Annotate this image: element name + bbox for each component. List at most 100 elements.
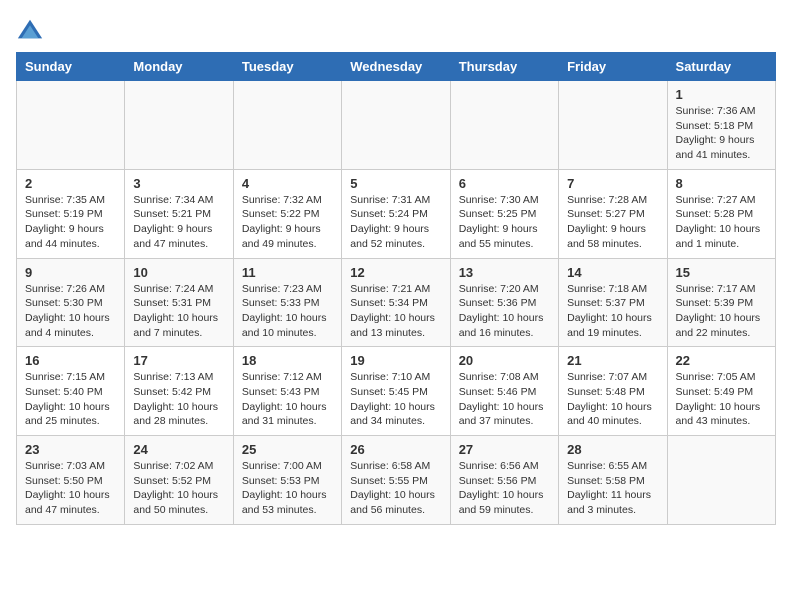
day-of-week-header: Saturday	[667, 53, 775, 81]
day-number: 7	[567, 176, 658, 191]
calendar-cell: 12 Sunrise: 7:21 AM Sunset: 5:34 PM Dayli…	[342, 258, 450, 347]
day-number: 20	[459, 353, 550, 368]
calendar-table: SundayMondayTuesdayWednesdayThursdayFrid…	[16, 52, 776, 525]
calendar-cell: 13 Sunrise: 7:20 AM Sunset: 5:36 PM Dayli…	[450, 258, 558, 347]
day-info: Sunrise: 7:07 AM Sunset: 5:48 PM Dayligh…	[567, 370, 658, 429]
day-info: Sunrise: 7:05 AM Sunset: 5:49 PM Dayligh…	[676, 370, 767, 429]
day-info: Sunrise: 6:55 AM Sunset: 5:58 PM Dayligh…	[567, 459, 658, 518]
day-number: 18	[242, 353, 333, 368]
day-info: Sunrise: 7:31 AM Sunset: 5:24 PM Dayligh…	[350, 193, 441, 252]
day-info: Sunrise: 7:00 AM Sunset: 5:53 PM Dayligh…	[242, 459, 333, 518]
day-info: Sunrise: 7:21 AM Sunset: 5:34 PM Dayligh…	[350, 282, 441, 341]
day-info: Sunrise: 7:18 AM Sunset: 5:37 PM Dayligh…	[567, 282, 658, 341]
day-number: 4	[242, 176, 333, 191]
calendar-cell: 22 Sunrise: 7:05 AM Sunset: 5:49 PM Dayli…	[667, 347, 775, 436]
calendar-cell: 23 Sunrise: 7:03 AM Sunset: 5:50 PM Dayli…	[17, 436, 125, 525]
calendar-cell	[233, 81, 341, 170]
day-info: Sunrise: 7:28 AM Sunset: 5:27 PM Dayligh…	[567, 193, 658, 252]
calendar-cell: 18 Sunrise: 7:12 AM Sunset: 5:43 PM Dayli…	[233, 347, 341, 436]
day-number: 8	[676, 176, 767, 191]
calendar-cell: 1 Sunrise: 7:36 AM Sunset: 5:18 PM Daylig…	[667, 81, 775, 170]
day-number: 9	[25, 265, 116, 280]
logo	[16, 16, 48, 44]
day-number: 2	[25, 176, 116, 191]
day-info: Sunrise: 7:32 AM Sunset: 5:22 PM Dayligh…	[242, 193, 333, 252]
calendar-cell: 19 Sunrise: 7:10 AM Sunset: 5:45 PM Dayli…	[342, 347, 450, 436]
calendar-cell: 8 Sunrise: 7:27 AM Sunset: 5:28 PM Daylig…	[667, 169, 775, 258]
calendar-cell	[17, 81, 125, 170]
day-number: 23	[25, 442, 116, 457]
logo-icon	[16, 16, 44, 44]
calendar-cell: 26 Sunrise: 6:58 AM Sunset: 5:55 PM Dayli…	[342, 436, 450, 525]
calendar-cell: 10 Sunrise: 7:24 AM Sunset: 5:31 PM Dayli…	[125, 258, 233, 347]
day-info: Sunrise: 7:02 AM Sunset: 5:52 PM Dayligh…	[133, 459, 224, 518]
calendar-cell	[342, 81, 450, 170]
day-number: 12	[350, 265, 441, 280]
day-info: Sunrise: 7:36 AM Sunset: 5:18 PM Dayligh…	[676, 104, 767, 163]
calendar-cell: 14 Sunrise: 7:18 AM Sunset: 5:37 PM Dayli…	[559, 258, 667, 347]
day-info: Sunrise: 7:24 AM Sunset: 5:31 PM Dayligh…	[133, 282, 224, 341]
calendar-cell: 28 Sunrise: 6:55 AM Sunset: 5:58 PM Dayli…	[559, 436, 667, 525]
day-of-week-header: Tuesday	[233, 53, 341, 81]
calendar-cell: 5 Sunrise: 7:31 AM Sunset: 5:24 PM Daylig…	[342, 169, 450, 258]
calendar-cell	[667, 436, 775, 525]
calendar-cell: 9 Sunrise: 7:26 AM Sunset: 5:30 PM Daylig…	[17, 258, 125, 347]
day-info: Sunrise: 7:26 AM Sunset: 5:30 PM Dayligh…	[25, 282, 116, 341]
day-info: Sunrise: 7:27 AM Sunset: 5:28 PM Dayligh…	[676, 193, 767, 252]
day-info: Sunrise: 7:10 AM Sunset: 5:45 PM Dayligh…	[350, 370, 441, 429]
day-number: 28	[567, 442, 658, 457]
day-number: 13	[459, 265, 550, 280]
day-info: Sunrise: 7:30 AM Sunset: 5:25 PM Dayligh…	[459, 193, 550, 252]
day-info: Sunrise: 7:13 AM Sunset: 5:42 PM Dayligh…	[133, 370, 224, 429]
day-info: Sunrise: 7:03 AM Sunset: 5:50 PM Dayligh…	[25, 459, 116, 518]
calendar-cell: 27 Sunrise: 6:56 AM Sunset: 5:56 PM Dayli…	[450, 436, 558, 525]
day-number: 26	[350, 442, 441, 457]
day-number: 10	[133, 265, 224, 280]
day-number: 25	[242, 442, 333, 457]
day-info: Sunrise: 7:08 AM Sunset: 5:46 PM Dayligh…	[459, 370, 550, 429]
day-number: 27	[459, 442, 550, 457]
day-number: 5	[350, 176, 441, 191]
day-info: Sunrise: 7:35 AM Sunset: 5:19 PM Dayligh…	[25, 193, 116, 252]
calendar-cell: 21 Sunrise: 7:07 AM Sunset: 5:48 PM Dayli…	[559, 347, 667, 436]
day-info: Sunrise: 7:20 AM Sunset: 5:36 PM Dayligh…	[459, 282, 550, 341]
calendar-cell: 4 Sunrise: 7:32 AM Sunset: 5:22 PM Daylig…	[233, 169, 341, 258]
day-of-week-header: Monday	[125, 53, 233, 81]
day-of-week-header: Thursday	[450, 53, 558, 81]
day-of-week-header: Friday	[559, 53, 667, 81]
day-number: 11	[242, 265, 333, 280]
day-of-week-header: Sunday	[17, 53, 125, 81]
day-number: 21	[567, 353, 658, 368]
calendar-cell: 7 Sunrise: 7:28 AM Sunset: 5:27 PM Daylig…	[559, 169, 667, 258]
day-info: Sunrise: 7:12 AM Sunset: 5:43 PM Dayligh…	[242, 370, 333, 429]
calendar-cell: 24 Sunrise: 7:02 AM Sunset: 5:52 PM Dayli…	[125, 436, 233, 525]
day-info: Sunrise: 7:34 AM Sunset: 5:21 PM Dayligh…	[133, 193, 224, 252]
page-header	[16, 16, 776, 44]
calendar-cell	[559, 81, 667, 170]
calendar-cell	[450, 81, 558, 170]
calendar-cell: 17 Sunrise: 7:13 AM Sunset: 5:42 PM Dayli…	[125, 347, 233, 436]
day-number: 22	[676, 353, 767, 368]
calendar-cell: 3 Sunrise: 7:34 AM Sunset: 5:21 PM Daylig…	[125, 169, 233, 258]
calendar-cell: 25 Sunrise: 7:00 AM Sunset: 5:53 PM Dayli…	[233, 436, 341, 525]
day-number: 19	[350, 353, 441, 368]
day-info: Sunrise: 7:15 AM Sunset: 5:40 PM Dayligh…	[25, 370, 116, 429]
day-number: 1	[676, 87, 767, 102]
day-number: 14	[567, 265, 658, 280]
calendar-cell	[125, 81, 233, 170]
day-info: Sunrise: 7:17 AM Sunset: 5:39 PM Dayligh…	[676, 282, 767, 341]
day-info: Sunrise: 6:56 AM Sunset: 5:56 PM Dayligh…	[459, 459, 550, 518]
calendar-cell: 16 Sunrise: 7:15 AM Sunset: 5:40 PM Dayli…	[17, 347, 125, 436]
day-of-week-header: Wednesday	[342, 53, 450, 81]
day-number: 3	[133, 176, 224, 191]
day-info: Sunrise: 7:23 AM Sunset: 5:33 PM Dayligh…	[242, 282, 333, 341]
day-number: 6	[459, 176, 550, 191]
day-info: Sunrise: 6:58 AM Sunset: 5:55 PM Dayligh…	[350, 459, 441, 518]
calendar-cell: 2 Sunrise: 7:35 AM Sunset: 5:19 PM Daylig…	[17, 169, 125, 258]
calendar-cell: 15Sunrise: 7:17 AM Sunset: 5:39 PM Dayli…	[667, 258, 775, 347]
day-number: 24	[133, 442, 224, 457]
calendar-cell: 11 Sunrise: 7:23 AM Sunset: 5:33 PM Dayli…	[233, 258, 341, 347]
calendar-cell: 20 Sunrise: 7:08 AM Sunset: 5:46 PM Dayli…	[450, 347, 558, 436]
day-number: 16	[25, 353, 116, 368]
day-number: 17	[133, 353, 224, 368]
